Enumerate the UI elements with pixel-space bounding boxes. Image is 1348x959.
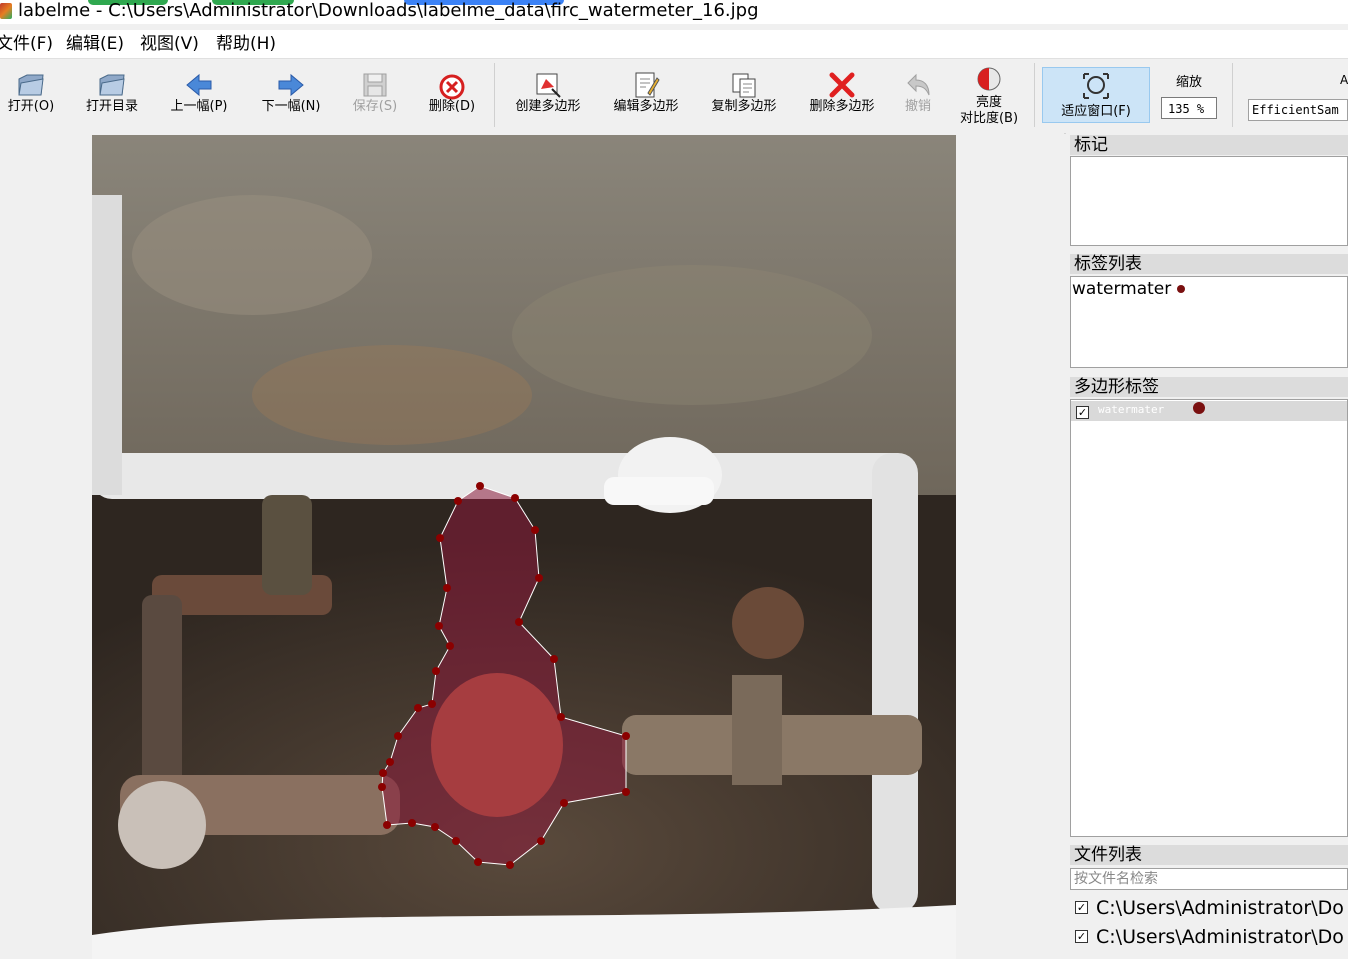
save-label: 保存(S) <box>352 99 398 114</box>
fit-window-icon <box>1083 73 1109 99</box>
delete-file-button[interactable]: 删除(D) <box>420 59 484 131</box>
photo-watermeter[interactable] <box>92 135 956 959</box>
file-path: C:\Users\Administrator\Do <box>1096 926 1344 948</box>
polygon-labels-title: 多边形标签 <box>1070 377 1348 397</box>
toolbar-separator <box>494 63 495 127</box>
toolbar-separator <box>1232 63 1233 127</box>
brightness-label-2: 对比度(B) <box>959 111 1019 126</box>
delete-circle-icon <box>439 74 465 100</box>
labelme-app-icon <box>0 3 12 19</box>
file-checkbox[interactable]: ✓ <box>1075 930 1088 943</box>
create-polygon-label: 创建多边形 <box>515 99 581 114</box>
copy-icon <box>732 73 756 98</box>
file-list-title: 文件列表 <box>1070 845 1348 865</box>
polygon-label-item[interactable]: ✓ watermater <box>1071 401 1347 421</box>
image-canvas[interactable] <box>0 133 1064 959</box>
delete-polygon-button[interactable]: 删除多边形 <box>800 59 884 131</box>
ai-model-select[interactable]: EfficientSam <box>1248 99 1348 121</box>
zoom-label: 缩放 <box>1176 75 1203 90</box>
file-checkbox[interactable]: ✓ <box>1075 901 1088 914</box>
file-list-item[interactable]: ✓ C:\Users\Administrator\Do <box>1070 923 1348 951</box>
label-list-item-text: watermater <box>1072 279 1172 299</box>
create-polygon-icon <box>536 73 561 98</box>
red-x-icon <box>829 72 855 98</box>
zoom-spinbox[interactable]: 135 % <box>1161 97 1217 119</box>
duplicate-polygon-button[interactable]: 复制多边形 <box>702 59 786 131</box>
ai-model-label: A <box>1340 73 1348 87</box>
open-dir-label: 打开目录 <box>85 99 138 114</box>
open-button[interactable]: 打开(O) <box>2 59 60 131</box>
edit-polygon-label: 编辑多边形 <box>613 99 679 114</box>
window-title: labelme - C:\Users\Administrator\Downloa… <box>18 0 759 21</box>
toolbar-separator <box>1034 63 1035 127</box>
save-button[interactable]: 保存(S) <box>344 59 406 131</box>
prev-image-button[interactable]: 上一幅(P) <box>160 59 238 131</box>
polygon-label-text: watermater <box>1098 403 1165 416</box>
polygon-labels-panel[interactable]: ✓ watermater <box>1070 399 1348 837</box>
folder-icon <box>99 74 125 96</box>
prev-image-label: 上一幅(P) <box>170 99 228 114</box>
file-search-input[interactable]: 按文件名检索 <box>1070 868 1348 890</box>
duplicate-polygon-label: 复制多边形 <box>711 99 777 114</box>
polygon-visibility-checkbox[interactable]: ✓ <box>1076 406 1089 419</box>
menu-view[interactable]: 视图(V) <box>140 33 199 55</box>
open-folder-icon <box>18 74 44 96</box>
arrow-right-icon <box>278 73 304 97</box>
delete-file-label: 删除(D) <box>428 99 476 114</box>
file-list-item[interactable]: ✓ C:\Users\Administrator\Do <box>1070 894 1348 922</box>
edit-polygon-button[interactable]: 编辑多边形 <box>604 59 688 131</box>
create-polygon-button[interactable]: 创建多边形 <box>506 59 590 131</box>
fit-window-label: 适应窗口(F) <box>1061 104 1131 119</box>
menu-help[interactable]: 帮助(H) <box>216 33 276 55</box>
label-list-title: 标签列表 <box>1070 254 1348 274</box>
menu-file[interactable]: 文件(F) <box>0 33 53 55</box>
next-image-button[interactable]: 下一幅(N) <box>252 59 330 131</box>
toolbar: 打开(O) 打开目录 上一幅(P) 下一幅(N) 保存(S) 删除(D) 创建多… <box>0 58 1348 134</box>
undo-button[interactable]: 撤销 <box>896 59 940 131</box>
flags-panel-title: 标记 <box>1070 135 1348 155</box>
brightness-icon <box>977 67 1001 91</box>
save-disk-icon <box>363 73 387 97</box>
label-list-panel[interactable]: watermater <box>1070 276 1348 368</box>
edit-document-icon <box>635 72 660 98</box>
next-image-label: 下一幅(N) <box>261 99 321 114</box>
open-dir-button[interactable]: 打开目录 <box>76 59 148 131</box>
brightness-contrast-button[interactable]: 亮度 对比度(B) <box>950 59 1028 131</box>
file-path: C:\Users\Administrator\Do <box>1096 897 1344 919</box>
polygon-color-dot <box>1193 402 1205 414</box>
menu-bar: 文件(F) 编辑(E) 视图(V) 帮助(H) <box>0 30 1348 58</box>
brightness-label-1: 亮度 <box>975 95 1002 110</box>
open-label: 打开(O) <box>7 99 55 114</box>
menu-edit[interactable]: 编辑(E) <box>66 33 124 55</box>
right-dock: 标记 标签列表 watermater 多边形标签 ✓ watermater 文件… <box>1066 133 1348 959</box>
undo-arrow-icon <box>907 73 930 96</box>
undo-label: 撤销 <box>904 99 931 114</box>
label-color-dot <box>1177 285 1186 293</box>
fit-window-button[interactable]: 适应窗口(F) <box>1042 67 1150 123</box>
label-list-item[interactable]: watermater <box>1072 279 1186 299</box>
delete-polygon-label: 删除多边形 <box>809 99 875 114</box>
arrow-left-icon <box>186 73 212 97</box>
title-bar: labelme - C:\Users\Administrator\Downloa… <box>0 0 1348 24</box>
flags-panel[interactable] <box>1070 156 1348 246</box>
